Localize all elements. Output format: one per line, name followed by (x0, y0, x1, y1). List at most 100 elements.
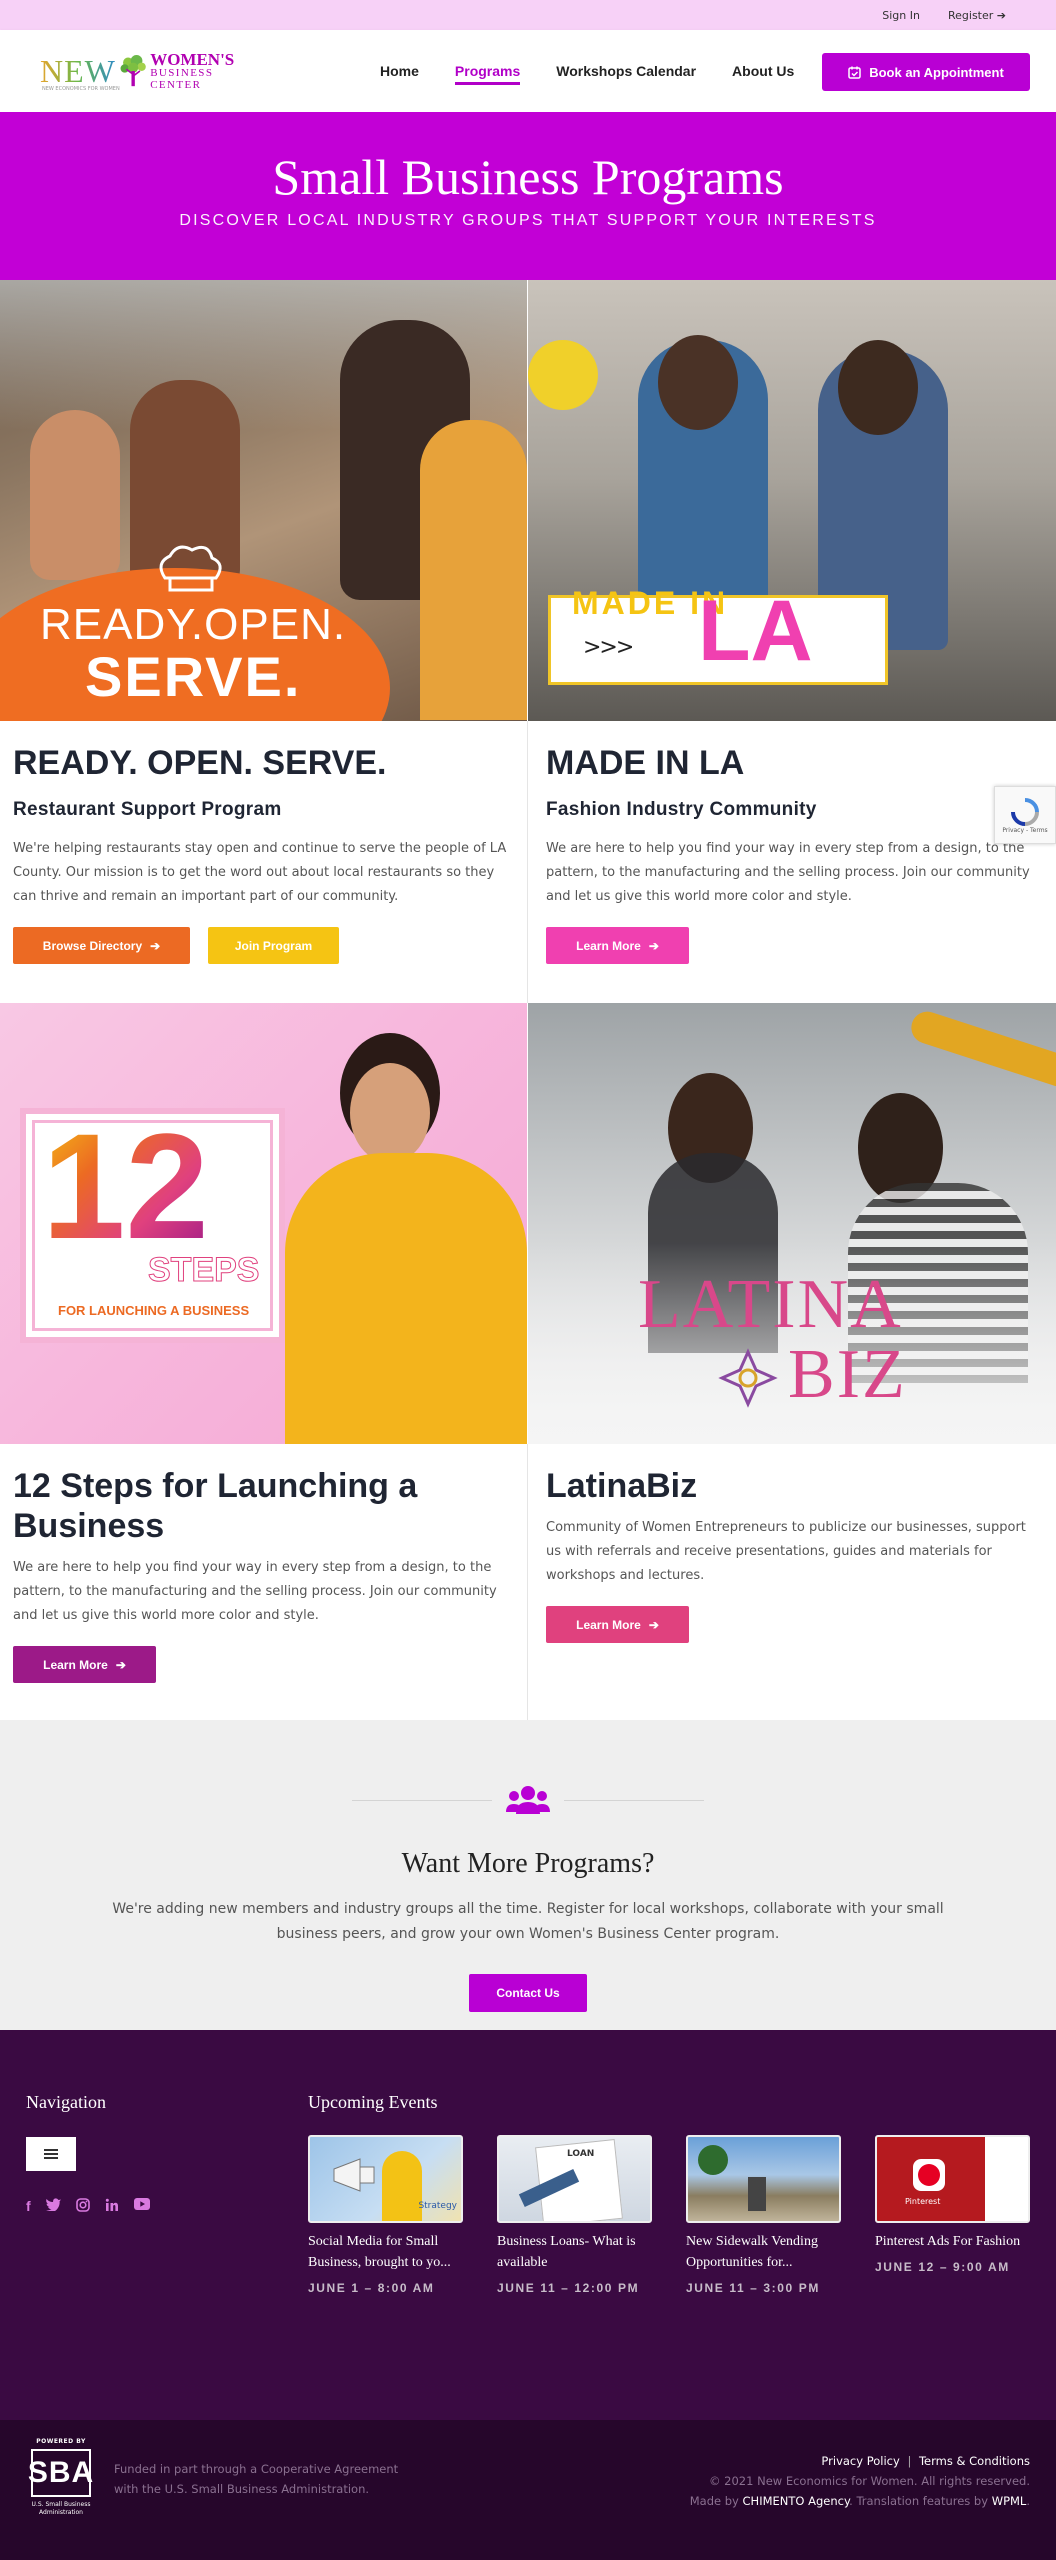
megaphone-icon (333, 2158, 375, 2192)
register-label: Register (947, 8, 994, 22)
event-title[interactable]: Pinterest Ads For Fashion (875, 2231, 1030, 2252)
recaptcha-badge[interactable]: Privacy - Terms (994, 786, 1056, 844)
contact-us-button[interactable]: Contact Us (469, 1974, 587, 2012)
youtube-icon[interactable] (133, 2198, 150, 2210)
footer-menu-button[interactable] (26, 2137, 76, 2171)
sba-subtitle: U.S. Small Business Administration (31, 2501, 91, 2516)
logo-new-text: NEW (40, 52, 116, 89)
event-thumbnail[interactable]: LOAN (497, 2135, 652, 2223)
logo-business-center: BUSINESS CENTER (150, 67, 214, 91)
person-silhouette (382, 2151, 422, 2221)
made-by-prefix: Made by (689, 2494, 739, 2508)
chimento-agency-link[interactable]: CHIMENTO Agency (743, 2494, 850, 2508)
hero-subtitle: DISCOVER LOCAL INDUSTRY GROUPS THAT SUPP… (179, 212, 877, 229)
sba-logo[interactable]: POWERED BY SBA U.S. Small Business Admin… (26, 2438, 96, 2528)
person-silhouette (285, 1153, 527, 1444)
sba-wordmark: SBA (28, 2449, 93, 2497)
more-programs-title: Want More Programs? (401, 1848, 655, 1879)
learn-more-label: Learn More (43, 1657, 108, 1672)
logo-text: WOMEN'S BUSINESS CENTER (150, 50, 250, 92)
site-footer: Navigation f Upcoming Events Strategy So… (0, 2030, 1056, 2420)
event-thumb-label: Strategy (418, 2201, 457, 2211)
hero-banner: Small Business Programs DISCOVER LOCAL I… (0, 112, 1056, 280)
program-card-twelve-steps: 12 Steps for Launching a Business We are… (13, 1466, 513, 1683)
recaptcha-icon (1011, 797, 1039, 826)
person-silhouette (748, 2177, 766, 2211)
users-group-icon (506, 1786, 550, 1814)
calendar-check-icon (848, 66, 861, 79)
browse-directory-label: Browse Directory (42, 938, 143, 953)
more-programs-description: We're adding new members and industry gr… (112, 1901, 944, 1942)
divider-line (352, 1800, 492, 1801)
biz-text: BIZ (788, 1336, 907, 1413)
book-appointment-button[interactable]: Book an Appointment (822, 53, 1030, 91)
ready-open-serve-image[interactable]: READY.OPEN. SERVE. (0, 280, 527, 721)
program-description: We're helping restaurants stay open and … (13, 841, 507, 904)
funding-note: Funded in part through a Cooperative Agr… (114, 2462, 399, 2496)
serve-text: SERVE. (85, 645, 302, 708)
instagram-icon[interactable] (75, 2198, 90, 2212)
join-program-button[interactable]: Join Program (208, 927, 339, 964)
hero-title: Small Business Programs (272, 149, 784, 205)
book-appointment-label: Book an Appointment (869, 64, 1004, 80)
latina-biz-image[interactable]: LATINA BIZ (528, 1003, 1056, 1444)
divider-line (564, 1800, 704, 1801)
event-thumbnail[interactable]: Pinterest (875, 2135, 1030, 2223)
steps-text: STEPS (147, 1251, 260, 1290)
join-program-label: Join Program (234, 938, 313, 953)
learn-more-button[interactable]: Learn More ➔ (13, 1646, 156, 1683)
event-date: JUNE 1 – 8:00 AM (308, 2281, 435, 2295)
event-title[interactable]: New Sidewalk Vending Opportunities for..… (686, 2231, 841, 2273)
social-links: f (26, 2198, 150, 2214)
event-card: LOAN Business Loans- What is available J… (497, 2135, 652, 2295)
event-date: JUNE 11 – 12:00 PM (497, 2281, 640, 2295)
recaptcha-label: Privacy - Terms (1002, 826, 1048, 834)
program-card-latina-biz: LatinaBiz Community of Women Entrepreneu… (546, 1466, 1040, 1643)
nav-home[interactable]: Home (380, 63, 419, 79)
browse-directory-button[interactable]: Browse Directory ➔ (13, 927, 190, 964)
program-description: Community of Women Entrepreneurs to publ… (546, 1520, 1026, 1583)
event-thumbnail[interactable]: Strategy (308, 2135, 463, 2223)
program-card-made-in-la: MADE IN LA Fashion Industry Community We… (546, 744, 1040, 964)
yellow-circle (528, 340, 598, 410)
event-title[interactable]: Social Media for Small Business, brought… (308, 2231, 463, 2273)
privacy-policy-link[interactable]: Privacy Policy (821, 2454, 899, 2468)
nav-programs[interactable]: Programs (454, 63, 521, 85)
event-thumbnail[interactable] (686, 2135, 841, 2223)
twitter-icon[interactable] (45, 2198, 61, 2211)
person-silhouette (30, 410, 120, 580)
event-date: JUNE 11 – 3:00 PM (686, 2281, 820, 2295)
program-subtitle: Restaurant Support Program (13, 799, 282, 820)
chevrons-decoration: >>> (583, 635, 634, 660)
translation-prefix: . Translation features by (849, 2494, 989, 2508)
facebook-icon[interactable]: f (26, 2198, 31, 2214)
flower-emblem-icon (718, 1348, 778, 1408)
learn-more-button[interactable]: Learn More ➔ (546, 927, 689, 964)
top-bar: Sign In Register ➔ (0, 0, 1056, 30)
main-nav: Home Programs Workshops Calendar About U… (380, 30, 794, 112)
learn-more-button[interactable]: Learn More ➔ (546, 1606, 689, 1643)
linkedin-icon[interactable] (105, 2198, 119, 2212)
register-link[interactable]: Register ➔ (948, 9, 1006, 22)
program-title: READY. OPEN. SERVE. (13, 744, 387, 782)
nav-workshops-calendar[interactable]: Workshops Calendar (556, 63, 696, 79)
site-header: NEW WOMEN'S BUSINESS CENTER NEW ECONOMIC… (0, 30, 1056, 112)
event-card: Strategy Social Media for Small Business… (308, 2135, 463, 2295)
program-title: 12 Steps for Launching a Business (13, 1467, 418, 1545)
made-in-la-image[interactable]: MADE IN LA >>> (528, 280, 1056, 721)
event-title[interactable]: Business Loans- What is available (497, 2231, 652, 2273)
wpml-link[interactable]: WPML (992, 2494, 1027, 2508)
pinterest-icon (913, 2159, 945, 2191)
arrow-right-icon: ➔ (996, 8, 1006, 22)
twelve-steps-image[interactable]: 12 STEPS FOR LAUNCHING A BUSINESS (0, 1003, 527, 1444)
site-logo[interactable]: NEW WOMEN'S BUSINESS CENTER NEW ECONOMIC… (40, 40, 250, 102)
tree-silhouette (698, 2145, 728, 2175)
program-description: We are here to help you find your way in… (546, 841, 1030, 904)
program-title: LatinaBiz (546, 1467, 698, 1505)
sign-in-link[interactable]: Sign In (882, 9, 920, 22)
terms-link[interactable]: Terms & Conditions (919, 2454, 1030, 2468)
nav-about-us[interactable]: About Us (732, 63, 794, 79)
learn-more-label: Learn More (576, 1617, 641, 1632)
learn-more-label: Learn More (576, 938, 641, 953)
arrow-right-icon: ➔ (648, 1617, 659, 1632)
